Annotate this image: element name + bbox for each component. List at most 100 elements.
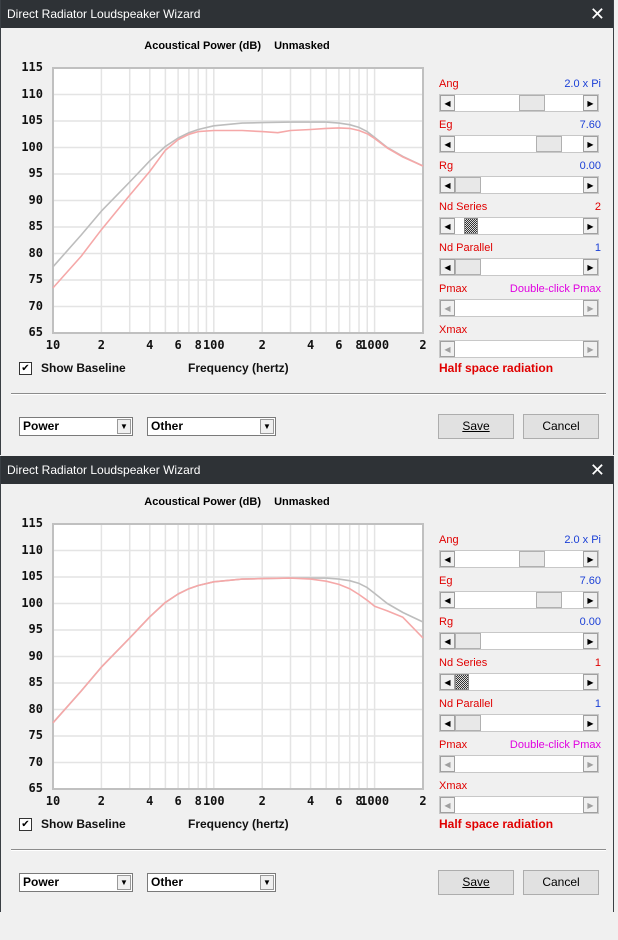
nd-parallel-label: Nd Parallel <box>439 698 493 710</box>
y-tick-label: 115 <box>21 60 43 74</box>
save-label: Save <box>462 419 490 433</box>
x-tick-label: 4 <box>146 338 154 352</box>
rg-slider-thumb[interactable] <box>455 177 481 193</box>
chevron-down-icon[interactable]: ▼ <box>117 875 131 890</box>
eg-scrollbar[interactable]: ◀ ▶ <box>439 591 599 609</box>
chart-title: Acoustical Power (dB) Unmasked <box>1 40 473 52</box>
close-icon[interactable]: ✕ <box>590 0 605 28</box>
nd-series-scroll-right-button[interactable]: ▶ <box>583 218 598 234</box>
eg-slider-thumb[interactable] <box>536 592 562 608</box>
xmax-scrollbar[interactable]: ◀ ▶ <box>439 340 599 358</box>
response-chart <box>52 67 424 334</box>
wizard-window-1: Direct Radiator Loudspeaker Wizard ✕ Aco… <box>0 0 614 455</box>
nd-series-slider-thumb[interactable] <box>464 218 478 234</box>
chevron-down-icon[interactable]: ▼ <box>260 419 274 434</box>
title-bar: Direct Radiator Loudspeaker Wizard ✕ <box>1 0 613 28</box>
eg-scroll-right-button[interactable]: ▶ <box>583 592 598 608</box>
nd-series-slider-thumb[interactable] <box>455 674 469 690</box>
x-tick-label: 10 <box>45 338 61 352</box>
nd-series-scrollbar[interactable]: ◀ ▶ <box>439 673 599 691</box>
secondary-select[interactable]: Other ▼ <box>147 417 276 436</box>
nd-parallel-slider-thumb[interactable] <box>455 715 481 731</box>
y-tick-label: 100 <box>21 595 43 610</box>
save-button[interactable]: Save <box>438 870 514 895</box>
rg-scroll-left-button[interactable]: ◀ <box>440 633 455 649</box>
eg-scroll-right-button[interactable]: ▶ <box>583 136 598 152</box>
chevron-down-icon[interactable]: ▼ <box>260 875 274 890</box>
chevron-down-icon[interactable]: ▼ <box>117 419 131 434</box>
eg-slider-thumb[interactable] <box>536 136 562 152</box>
rg-slider-thumb[interactable] <box>455 633 481 649</box>
show-baseline-checkbox[interactable]: ✔ <box>19 818 32 831</box>
ang-label-row: Ang 2.0 x Pi <box>439 534 601 546</box>
eg-scrollbar[interactable]: ◀ ▶ <box>439 135 599 153</box>
eg-label-row: Eg 7.60 <box>439 119 601 131</box>
close-icon[interactable]: ✕ <box>590 456 605 484</box>
cancel-button[interactable]: Cancel <box>523 870 599 895</box>
ang-scrollbar[interactable]: ◀ ▶ <box>439 94 599 112</box>
nd-parallel-scroll-right-button[interactable]: ▶ <box>583 715 598 731</box>
y-tick-label: 105 <box>21 569 43 583</box>
xmax-scroll-left-button[interactable]: ◀ <box>440 797 455 813</box>
plot-type-select[interactable]: Power ▼ <box>19 417 133 436</box>
pmax-scroll-right-button[interactable]: ▶ <box>583 300 598 316</box>
rg-scrollbar[interactable]: ◀ ▶ <box>439 176 599 194</box>
nd-series-value: 2 <box>594 201 601 213</box>
ang-label: Ang <box>439 534 459 546</box>
x-tick-label: 8 <box>194 794 202 808</box>
x-tick-label: 8 <box>194 338 202 352</box>
nd-parallel-scroll-right-button[interactable]: ▶ <box>583 259 598 275</box>
eg-scroll-left-button[interactable]: ◀ <box>440 592 455 608</box>
nd-parallel-slider-thumb[interactable] <box>455 259 481 275</box>
xmax-scroll-left-button[interactable]: ◀ <box>440 341 455 357</box>
eg-scroll-left-button[interactable]: ◀ <box>440 136 455 152</box>
pmax-scrollbar[interactable]: ◀ ▶ <box>439 299 599 317</box>
nd-series-scroll-left-button[interactable]: ◀ <box>440 674 455 690</box>
pmax-scroll-left-button[interactable]: ◀ <box>440 300 455 316</box>
window-title: Direct Radiator Loudspeaker Wizard <box>7 463 201 477</box>
x-tick-label: 4 <box>306 338 315 352</box>
show-baseline-label[interactable]: Show Baseline <box>41 817 126 831</box>
show-baseline-label[interactable]: Show Baseline <box>41 361 126 375</box>
ang-slider-thumb[interactable] <box>519 551 545 567</box>
xmax-scroll-right-button[interactable]: ▶ <box>583 341 598 357</box>
ang-scroll-left-button[interactable]: ◀ <box>440 95 455 111</box>
y-tick-label: 105 <box>21 113 43 127</box>
nd-parallel-scroll-left-button[interactable]: ◀ <box>440 259 455 275</box>
plot-type-select[interactable]: Power ▼ <box>19 873 133 892</box>
rg-scrollbar[interactable]: ◀ ▶ <box>439 632 599 650</box>
x-tick-label: 2 <box>419 338 427 352</box>
nd-parallel-scroll-left-button[interactable]: ◀ <box>440 715 455 731</box>
rg-label: Rg <box>439 616 454 628</box>
y-tick-label: 95 <box>28 166 43 180</box>
nd-series-scrollbar[interactable]: ◀ ▶ <box>439 217 599 235</box>
pmax-value: Double-click Pmax <box>509 739 601 751</box>
save-button[interactable]: Save <box>438 414 514 439</box>
ang-slider-thumb[interactable] <box>519 95 545 111</box>
pmax-scrollbar[interactable]: ◀ ▶ <box>439 755 599 773</box>
rg-scroll-left-button[interactable]: ◀ <box>440 177 455 193</box>
cancel-label: Cancel <box>542 419 580 433</box>
rg-scroll-right-button[interactable]: ▶ <box>583 633 598 649</box>
rg-label-row: Rg 0.00 <box>439 160 601 172</box>
nd-series-scroll-right-button[interactable]: ▶ <box>583 674 598 690</box>
nd-series-scroll-left-button[interactable]: ◀ <box>440 218 455 234</box>
secondary-select[interactable]: Other ▼ <box>147 873 276 892</box>
nd-series-label-row: Nd Series 2 <box>439 201 601 213</box>
ang-value: 2.0 x Pi <box>564 534 601 546</box>
rg-label-row: Rg 0.00 <box>439 616 601 628</box>
xmax-scrollbar[interactable]: ◀ ▶ <box>439 796 599 814</box>
ang-scroll-right-button[interactable]: ▶ <box>583 551 598 567</box>
nd-parallel-scrollbar[interactable]: ◀ ▶ <box>439 258 599 276</box>
rg-scroll-right-button[interactable]: ▶ <box>583 177 598 193</box>
y-tick-label: 70 <box>28 298 43 313</box>
cancel-button[interactable]: Cancel <box>523 414 599 439</box>
show-baseline-checkbox[interactable]: ✔ <box>19 362 32 375</box>
ang-scroll-right-button[interactable]: ▶ <box>583 95 598 111</box>
pmax-scroll-right-button[interactable]: ▶ <box>583 756 598 772</box>
ang-scrollbar[interactable]: ◀ ▶ <box>439 550 599 568</box>
nd-parallel-scrollbar[interactable]: ◀ ▶ <box>439 714 599 732</box>
pmax-scroll-left-button[interactable]: ◀ <box>440 756 455 772</box>
xmax-scroll-right-button[interactable]: ▶ <box>583 797 598 813</box>
ang-scroll-left-button[interactable]: ◀ <box>440 551 455 567</box>
